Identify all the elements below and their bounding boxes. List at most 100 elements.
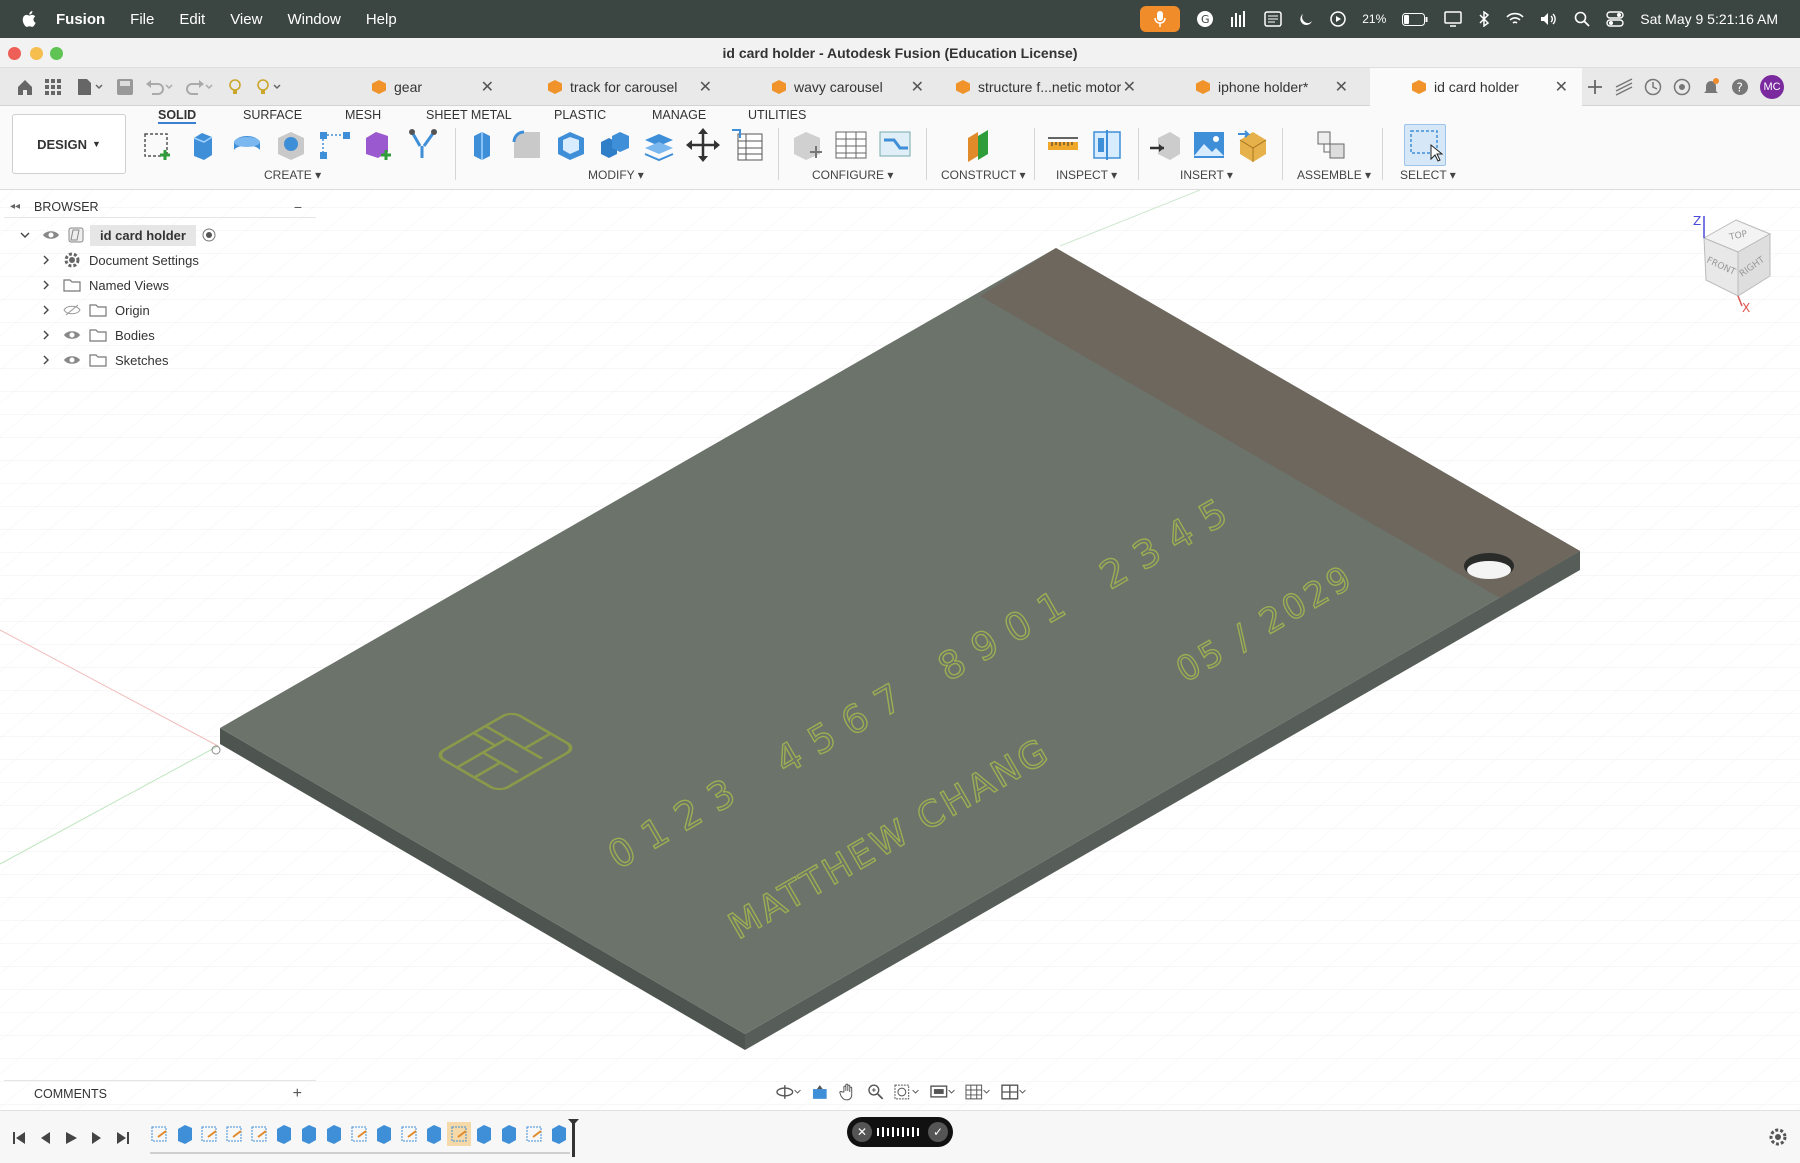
avatar[interactable]: MC bbox=[1760, 75, 1784, 99]
close-tab-icon[interactable]: ✕ bbox=[699, 77, 712, 97]
workspace-switcher-button[interactable]: DESIGN ▼ bbox=[12, 114, 126, 174]
group-insert[interactable]: INSERT ▾ bbox=[1180, 168, 1233, 182]
app-grid-icon[interactable] bbox=[44, 78, 62, 96]
data-panel-icon[interactable] bbox=[1615, 78, 1633, 96]
moon-icon[interactable] bbox=[1298, 11, 1314, 27]
step-back-icon[interactable] bbox=[38, 1131, 52, 1145]
apple-logo-icon[interactable] bbox=[20, 9, 40, 29]
viewports-icon[interactable] bbox=[1000, 1083, 1026, 1101]
spotlight-search-icon[interactable] bbox=[1574, 11, 1590, 27]
timeline-sketch-7[interactable] bbox=[526, 1126, 542, 1142]
tab-manage[interactable]: MANAGE bbox=[652, 106, 706, 124]
control-center-icon[interactable] bbox=[1606, 11, 1624, 27]
eye-icon[interactable] bbox=[63, 329, 81, 341]
chevron-right-icon[interactable] bbox=[41, 330, 51, 340]
group-assemble[interactable]: ASSEMBLE ▾ bbox=[1297, 168, 1371, 182]
extensions-icon[interactable] bbox=[1644, 78, 1662, 96]
timeline-extrude-9[interactable] bbox=[552, 1125, 566, 1144]
insert-mesh-icon[interactable] bbox=[1236, 128, 1270, 162]
timeline-extrude-1[interactable] bbox=[178, 1125, 192, 1144]
tab-structure-magnetic-motor[interactable]: structure f...netic motor ✕ bbox=[948, 68, 1150, 106]
3d-viewport[interactable]: 0123 4567 8901 2345 MATTHEW CHANG 05 / 2… bbox=[0, 190, 1800, 1110]
zoom-window-button[interactable] bbox=[50, 47, 63, 60]
microphone-icon[interactable] bbox=[1140, 6, 1181, 32]
grammarly-icon[interactable]: G bbox=[1196, 10, 1214, 28]
notes-icon[interactable] bbox=[1264, 11, 1282, 27]
minimize-panel-icon[interactable]: − bbox=[294, 196, 302, 218]
menu-help[interactable]: Help bbox=[366, 11, 397, 28]
tab-id-card-holder[interactable]: id card holder ✕ bbox=[1370, 68, 1582, 106]
redo-icon[interactable] bbox=[184, 78, 214, 96]
tab-track-for-carousel[interactable]: track for carousel ✕ bbox=[536, 68, 726, 106]
lightbulb-icon[interactable] bbox=[226, 78, 244, 96]
tab-solid[interactable]: SOLID bbox=[158, 106, 197, 124]
audio-levels-icon[interactable] bbox=[1230, 11, 1248, 27]
menu-edit[interactable]: Edit bbox=[179, 11, 205, 28]
help-icon[interactable]: ? bbox=[1731, 78, 1749, 96]
insert-derive-icon[interactable] bbox=[1148, 128, 1182, 162]
menu-fusion[interactable]: Fusion bbox=[56, 11, 105, 28]
timeline-extrude-3[interactable] bbox=[302, 1125, 316, 1144]
timeline-sketch-4[interactable] bbox=[251, 1126, 267, 1142]
create-sketch-icon[interactable] bbox=[142, 128, 176, 162]
fillet-icon[interactable] bbox=[510, 128, 544, 162]
group-configure[interactable]: CONFIGURE ▾ bbox=[812, 168, 893, 182]
go-to-end-icon[interactable] bbox=[116, 1131, 130, 1145]
fit-to-view-icon[interactable] bbox=[894, 1083, 920, 1101]
browser-item-document-settings[interactable]: Document Settings bbox=[41, 249, 199, 271]
close-tab-icon[interactable]: ✕ bbox=[481, 77, 494, 97]
close-window-button[interactable] bbox=[8, 47, 21, 60]
tab-utilities[interactable]: UTILITIES bbox=[748, 106, 806, 124]
tab-gear[interactable]: gear ✕ bbox=[358, 68, 508, 106]
new-component-icon[interactable] bbox=[1314, 128, 1348, 162]
group-select[interactable]: SELECT ▾ bbox=[1400, 168, 1456, 182]
orbit-icon[interactable] bbox=[776, 1083, 801, 1101]
timeline-sketch-3[interactable] bbox=[226, 1126, 242, 1142]
grid-settings-icon[interactable] bbox=[965, 1083, 990, 1101]
offset-plane-icon[interactable] bbox=[962, 128, 996, 162]
look-at-icon[interactable] bbox=[811, 1083, 829, 1101]
press-pull-icon[interactable] bbox=[466, 128, 500, 162]
eye-hidden-icon[interactable] bbox=[63, 304, 81, 316]
pan-hand-icon[interactable] bbox=[839, 1083, 857, 1101]
chevron-right-icon[interactable] bbox=[41, 280, 51, 290]
chevron-right-icon[interactable] bbox=[41, 355, 51, 365]
timeline-extrude-8[interactable] bbox=[502, 1125, 516, 1144]
add-comment-icon[interactable]: + bbox=[293, 1081, 302, 1107]
volume-icon[interactable] bbox=[1540, 12, 1558, 26]
chevron-down-icon[interactable] bbox=[20, 230, 30, 240]
timeline-extrude-2[interactable] bbox=[277, 1125, 291, 1144]
browser-root-row[interactable]: id card holder bbox=[20, 224, 216, 246]
root-component-label[interactable]: id card holder bbox=[90, 224, 196, 246]
timeline-sketch-6[interactable] bbox=[401, 1126, 417, 1142]
browser-item-sketches[interactable]: Sketches bbox=[41, 349, 168, 371]
zoom-icon[interactable] bbox=[867, 1083, 885, 1101]
group-construct[interactable]: CONSTRUCT ▾ bbox=[941, 168, 1025, 182]
timeline-sketch-selected[interactable] bbox=[447, 1122, 471, 1146]
close-tab-icon[interactable]: ✕ bbox=[1123, 77, 1136, 97]
combine-icon[interactable] bbox=[598, 128, 632, 162]
browser-item-named-views[interactable]: Named Views bbox=[41, 274, 169, 296]
bluetooth-icon[interactable] bbox=[1478, 11, 1490, 27]
browser-item-bodies[interactable]: Bodies bbox=[41, 324, 155, 346]
group-modify[interactable]: MODIFY ▾ bbox=[588, 168, 644, 182]
timeline-marker[interactable] bbox=[568, 1119, 579, 1157]
insert-canvas-icon[interactable] bbox=[1192, 128, 1226, 162]
tab-surface[interactable]: SURFACE bbox=[243, 106, 302, 124]
eye-icon[interactable] bbox=[42, 229, 60, 241]
move-copy-icon[interactable] bbox=[686, 128, 720, 162]
notifications-bell-icon[interactable] bbox=[1702, 78, 1720, 96]
timeline-extrude-7[interactable] bbox=[477, 1125, 491, 1144]
tab-plastic[interactable]: PLASTIC bbox=[554, 106, 606, 124]
close-tab-icon[interactable]: ✕ bbox=[911, 77, 924, 97]
job-status-icon[interactable] bbox=[1673, 78, 1691, 96]
offset-face-icon[interactable] bbox=[642, 128, 676, 162]
select-tool-button[interactable] bbox=[1404, 124, 1446, 166]
display-icon[interactable] bbox=[1444, 11, 1462, 27]
create-form-icon[interactable] bbox=[362, 128, 396, 162]
timeline-sketch-2[interactable] bbox=[201, 1126, 217, 1142]
section-analysis-icon[interactable] bbox=[1090, 128, 1124, 162]
hole-icon[interactable] bbox=[274, 128, 308, 162]
go-to-start-icon[interactable] bbox=[12, 1131, 26, 1145]
configuration-table-icon[interactable] bbox=[834, 128, 868, 162]
